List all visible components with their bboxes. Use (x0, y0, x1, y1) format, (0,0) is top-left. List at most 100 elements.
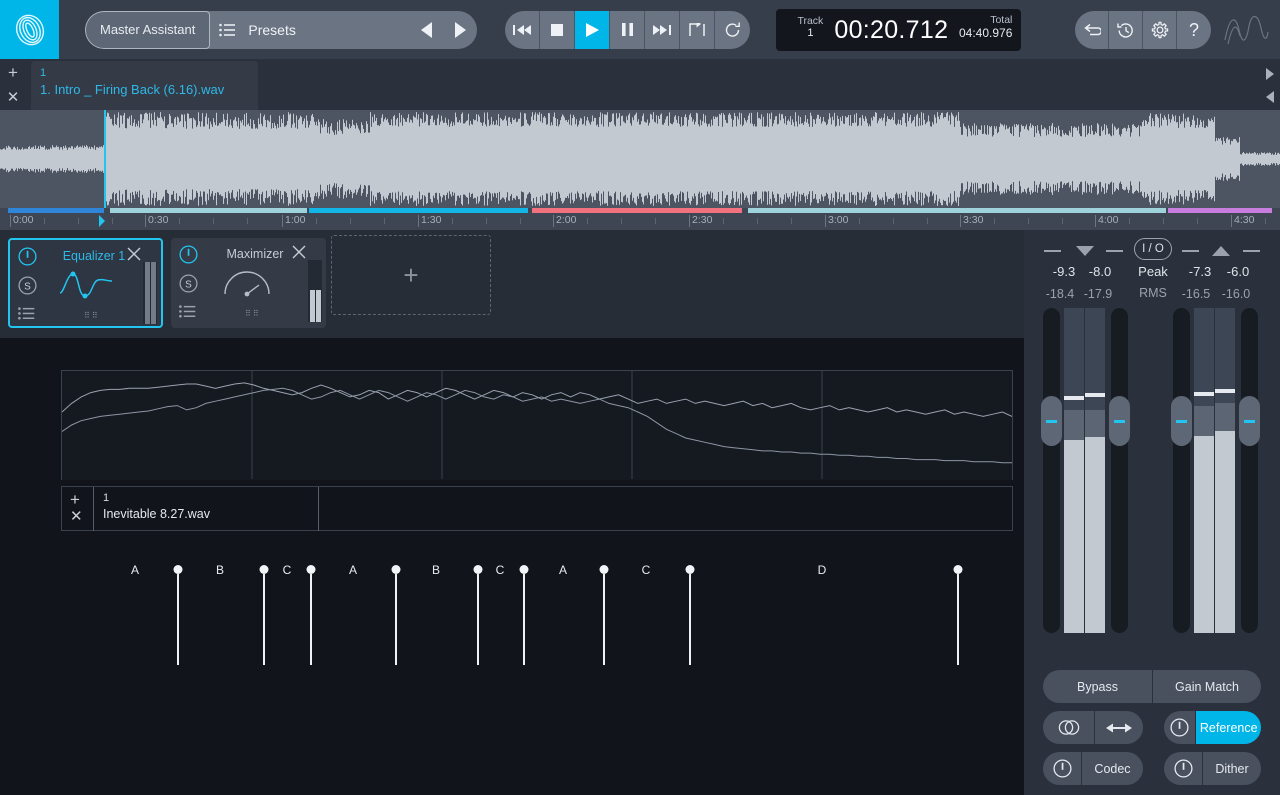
ruler-tick-minor (384, 218, 385, 224)
marker-line[interactable] (957, 574, 959, 665)
dither-button[interactable]: Dither (1202, 752, 1261, 785)
marker-dot[interactable] (953, 565, 963, 574)
output-fader-left-track[interactable] (1173, 308, 1190, 633)
pause-button[interactable] (610, 10, 646, 49)
loop-button[interactable] (715, 11, 750, 49)
reference-toggle-button[interactable]: Reference (1195, 711, 1261, 744)
playback-position[interactable]: 00:20.712 (834, 16, 948, 45)
marker-dot[interactable] (473, 565, 483, 574)
marker-line[interactable] (310, 574, 312, 665)
marker-line[interactable] (689, 574, 691, 665)
marker-dot[interactable] (599, 565, 609, 574)
reference-power-button[interactable] (1164, 711, 1196, 744)
module-level-meter (143, 262, 157, 324)
reference-tab-1[interactable]: 1 Inevitable 8.27.wav (93, 487, 319, 531)
tabbar-scroll-left-icon[interactable] (1266, 91, 1274, 103)
settings-button[interactable] (1143, 11, 1177, 49)
add-module-button[interactable]: + (331, 235, 491, 315)
ruler-tick-minor (452, 218, 453, 224)
caret-down-icon[interactable] (1076, 246, 1094, 256)
bypass-button[interactable]: Bypass (1043, 670, 1152, 703)
source-tab-1[interactable]: 1 1. Intro _ Firing Back (6.16).wav (31, 61, 258, 110)
spectrum-analyzer[interactable] (61, 370, 1013, 480)
source-playhead[interactable] (104, 110, 106, 208)
marker-line[interactable] (177, 574, 179, 665)
stop-button[interactable] (540, 10, 576, 49)
marker-line[interactable] (603, 574, 605, 665)
gain-match-button[interactable]: Gain Match (1152, 670, 1261, 703)
playhead-marker-icon[interactable] (99, 215, 105, 227)
output-fader-left-knob[interactable] (1171, 396, 1192, 446)
power-icon[interactable] (18, 247, 37, 271)
rewind-to-start-button[interactable] (505, 10, 541, 49)
marker-dot[interactable] (685, 565, 695, 574)
drag-dots-icon[interactable]: ⠿⠿ (84, 311, 100, 320)
master-assistant-button[interactable]: Master Assistant (85, 10, 211, 49)
solo-icon[interactable]: S (18, 276, 37, 300)
timeline-segment[interactable] (8, 208, 104, 213)
input-fader-right-knob[interactable] (1109, 396, 1130, 446)
marker-label: A (558, 563, 568, 577)
stereo-mode-button[interactable] (1043, 711, 1094, 744)
drag-dots-icon[interactable]: ⠿⠿ (245, 309, 261, 318)
input-fader-left-knob[interactable] (1041, 396, 1062, 446)
output-fader-right-track[interactable] (1241, 308, 1258, 633)
solo-icon[interactable]: S (179, 274, 198, 298)
module-equalizer-1[interactable]: S Equalizer 1 ⠿⠿ (8, 238, 163, 328)
stereo-width-button[interactable] (1094, 711, 1143, 744)
marker-line[interactable] (477, 574, 479, 665)
tabbar-scroll-right-icon[interactable] (1266, 68, 1274, 80)
list-icon[interactable] (18, 307, 35, 325)
dither-power-button[interactable] (1164, 752, 1202, 785)
ruler-tick-minor (1265, 218, 1266, 224)
reference-label: Reference (1199, 720, 1258, 735)
caret-up-icon[interactable] (1212, 246, 1230, 256)
marker-line[interactable] (523, 574, 525, 665)
list-icon[interactable] (179, 305, 196, 323)
module-level-meter (308, 260, 322, 322)
marker-line[interactable] (263, 574, 265, 665)
timeline-segment[interactable] (1168, 208, 1272, 213)
marker-line[interactable] (395, 574, 397, 665)
marker-dot[interactable] (259, 565, 269, 574)
marker-dot[interactable] (306, 565, 316, 574)
timeline-segment[interactable] (748, 208, 1166, 213)
output-fader-right-knob[interactable] (1239, 396, 1260, 446)
jump-to-marker-button[interactable] (680, 10, 716, 49)
output-peak-left: -7.3 (1188, 264, 1212, 279)
undo-button[interactable] (1075, 11, 1109, 49)
history-button[interactable] (1109, 11, 1143, 49)
io-toggle-button[interactable]: I / O (1134, 238, 1172, 260)
marker-dot[interactable] (391, 565, 401, 574)
add-source-track-button[interactable]: + (5, 64, 21, 81)
next-preset-button[interactable] (443, 11, 477, 49)
marker-dot[interactable] (173, 565, 183, 574)
help-button[interactable]: ? (1177, 11, 1211, 49)
codec-power-button[interactable] (1043, 752, 1081, 785)
timeline-segment[interactable] (110, 208, 307, 213)
source-waveform-display[interactable] (0, 110, 1280, 208)
eq-curve-icon (58, 270, 114, 305)
marker-label: B (215, 563, 225, 577)
close-icon[interactable] (292, 245, 306, 264)
close-reference-track-button[interactable]: ✕ (70, 509, 83, 524)
forward-to-end-button[interactable] (645, 10, 681, 49)
input-fader-left-track[interactable] (1043, 308, 1060, 633)
marker-dot[interactable] (519, 565, 529, 574)
presets-list-button[interactable] (210, 23, 244, 37)
close-icon[interactable] (127, 247, 141, 266)
ruler-tick-minor (112, 218, 113, 224)
output-rms-left: -16.5 (1181, 287, 1211, 301)
input-fader-right-track[interactable] (1111, 308, 1128, 633)
add-reference-track-button[interactable]: + (70, 491, 80, 508)
timeline-segment[interactable] (309, 208, 528, 213)
timeline-segment[interactable] (532, 208, 742, 213)
module-maximizer[interactable]: S Maximizer ⠿⠿ (171, 238, 326, 328)
close-source-track-button[interactable]: ✕ (5, 90, 21, 105)
source-timeline-ruler[interactable]: 0:00 0:30 1:00 1:30 2:00 2:30 3:00 3:30 4:00 4:30 (0, 208, 1280, 230)
codec-button[interactable]: Codec (1081, 752, 1143, 785)
presets-name-field[interactable]: Presets (244, 22, 409, 38)
play-button[interactable] (575, 10, 611, 49)
power-icon[interactable] (179, 245, 198, 269)
previous-preset-button[interactable] (409, 11, 443, 49)
